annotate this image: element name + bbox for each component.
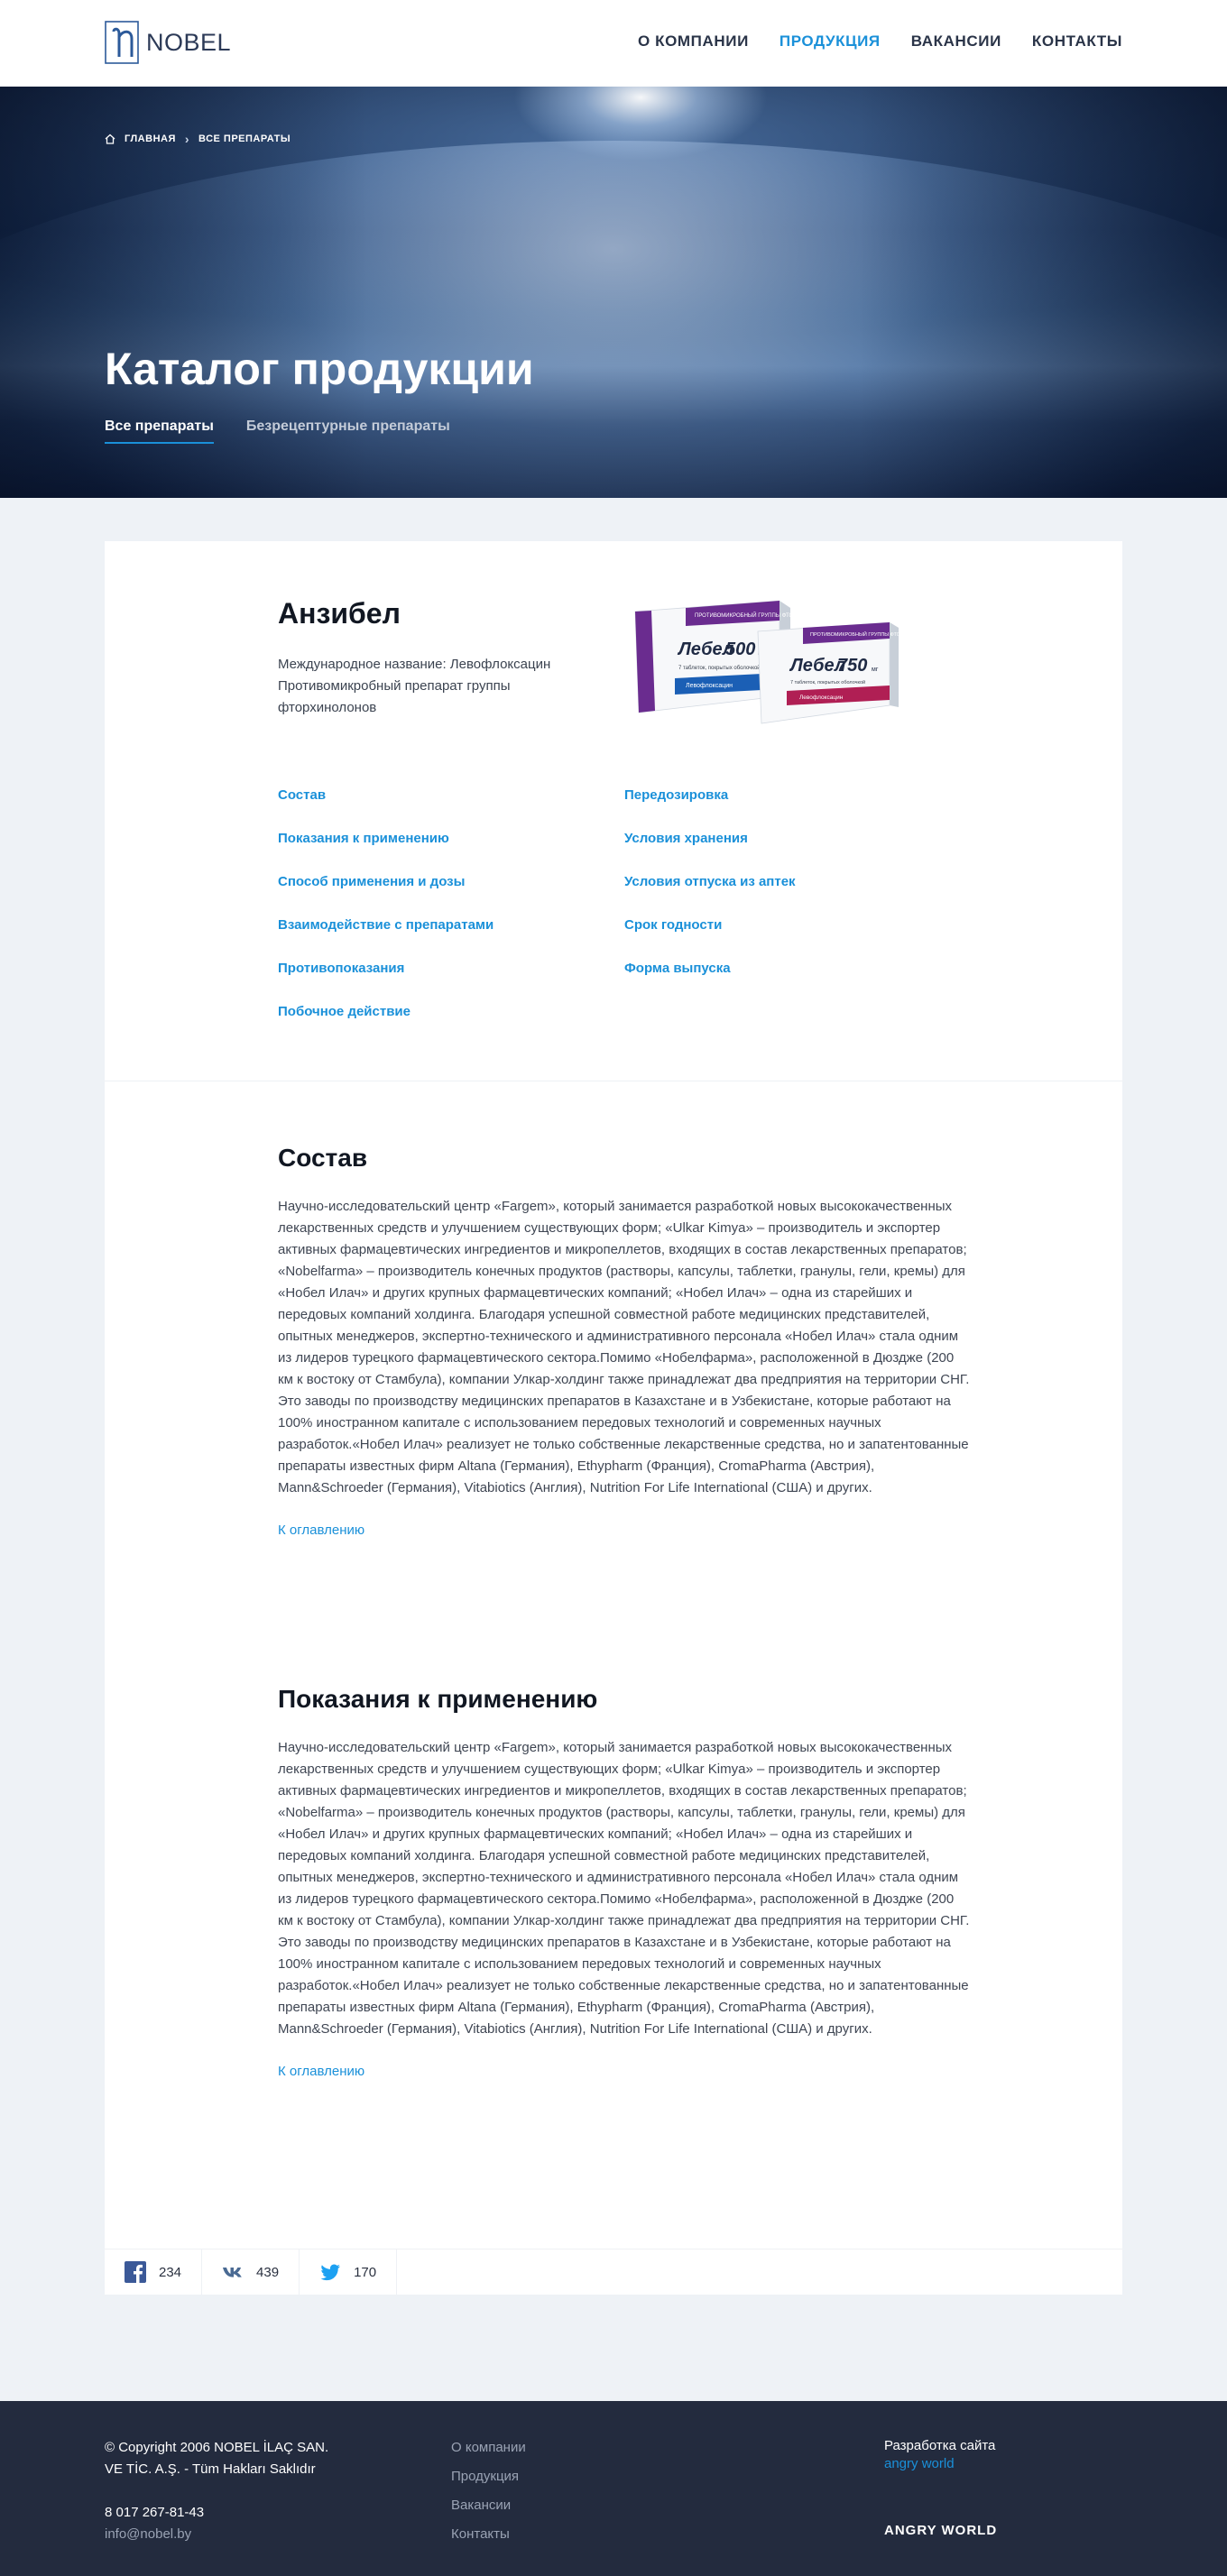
section-title: Показания к применению <box>278 1685 598 1713</box>
catalog-tabs: Все препараты Безрецептурные препараты <box>105 419 450 444</box>
angry-world-logo[interactable]: ANGRY WORLD <box>884 2522 997 2540</box>
pack-2-dose: 750 <box>837 656 867 676</box>
toc-link-indications[interactable]: Показания к применению <box>278 830 624 873</box>
hero-banner: ГЛАВНАЯ › ВСЕ ПРЕПАРАТЫ Каталог продукци… <box>0 87 1227 498</box>
tab-all-drugs[interactable]: Все препараты <box>105 419 214 444</box>
pack-2-unit: мг <box>872 667 879 673</box>
product-card: Анзибел Международное название: Левофлок… <box>105 541 1122 2295</box>
toc-link-overdose[interactable]: Передозировка <box>624 787 895 830</box>
toc-link-shelf-life[interactable]: Срок годности <box>624 916 895 960</box>
toc-link-dispensing[interactable]: Условия отпуска из аптек <box>624 873 895 916</box>
vk-icon <box>223 2268 242 2277</box>
footer-link-contacts[interactable]: Контакты <box>451 2524 526 2553</box>
pack-2-tagline: ПРОТИВОМИКРОБНЫЙ ГРУППЫ ФТОРХИНОЛОНОВ <box>810 630 902 638</box>
share-vk[interactable]: 439 <box>202 2249 300 2295</box>
copyright-line-1: © Copyright 2006 NOBEL İLAÇ SAN. <box>105 2440 329 2455</box>
toc-link-contraindications[interactable]: Противопоказания <box>278 960 624 1003</box>
pack-1-count: 7 таблеток, покрытых оболочкой <box>678 665 761 671</box>
toc-link-storage[interactable]: Условия хранения <box>624 830 895 873</box>
nav-item-vacancies[interactable]: ВАКАНСИИ <box>911 32 1001 51</box>
logo-text: NOBEL <box>146 28 232 56</box>
nobel-logo[interactable]: NOBEL <box>105 21 231 64</box>
section-indications: Показания к применению Научно-исследоват… <box>278 1685 973 2080</box>
copyright-line-2: VE TİC. A.Ş. - Tüm Hakları Saklıdır <box>105 2461 316 2477</box>
breadcrumb: ГЛАВНАЯ › ВСЕ ПРЕПАРАТЫ <box>105 131 291 146</box>
facebook-icon <box>125 2261 146 2283</box>
footer-developer: Разработка сайта angry world ANGRY WORLD <box>884 2437 997 2540</box>
back-to-toc-link[interactable]: К оглавлению <box>278 2064 364 2079</box>
section-composition: Состав Научно-исследовательский центр «F… <box>278 1144 973 1539</box>
page-title: Каталог продукции <box>105 344 534 394</box>
share-facebook[interactable]: 234 <box>105 2249 203 2295</box>
toc-link-side-effects[interactable]: Побочное действие <box>278 1003 624 1046</box>
home-icon[interactable] <box>105 133 115 144</box>
toc-link-release-form[interactable]: Форма выпуска <box>624 960 895 1003</box>
main-nav: О КОМПАНИИ ПРОДУКЦИЯ ВАКАНСИИ КОНТАКТЫ <box>638 32 1122 51</box>
footer-email[interactable]: info@nobel.by <box>105 2524 375 2545</box>
twitter-icon <box>320 2264 341 2281</box>
developer-link[interactable]: angry world <box>884 2456 955 2471</box>
twitter-share-count: 170 <box>354 2264 377 2280</box>
nav-item-products[interactable]: ПРОДУКЦИЯ <box>780 32 881 51</box>
section-text: Научно-исследовательский центр «Fargem»,… <box>278 1740 970 2037</box>
footer-nav: О компании Продукция Вакансии Контакты <box>451 2437 526 2553</box>
product-package-image: ПРОТИВОМИКРОБНЫЙ ГРУППЫ ФТОРХИНОЛОНОВ Ле… <box>634 600 902 724</box>
footer-link-products[interactable]: Продукция <box>451 2466 526 2495</box>
developer-label: Разработка сайта <box>884 2438 996 2453</box>
vk-share-count: 439 <box>256 2264 280 2280</box>
breadcrumb-current[interactable]: ВСЕ ПРЕПАРАТЫ <box>198 133 291 144</box>
facebook-share-count: 234 <box>159 2264 182 2280</box>
product-description: Международное название: Левофлоксацин Пр… <box>278 657 551 715</box>
footer-link-vacancies[interactable]: Вакансии <box>451 2495 526 2524</box>
breadcrumb-home[interactable]: ГЛАВНАЯ <box>125 133 176 144</box>
pack-2-count: 7 таблеток, покрытых оболочкой <box>790 679 865 685</box>
pack-1-dose: 500 <box>725 639 755 659</box>
footer-phone[interactable]: 8 017 267-81-43 <box>105 2502 375 2524</box>
pack-1-band: Левофлоксацин <box>686 683 733 689</box>
tab-otc-drugs[interactable]: Безрецептурные препараты <box>246 419 450 444</box>
toc-link-interactions[interactable]: Взаимодействие с препаратами <box>278 916 624 960</box>
site-header: NOBEL О КОМПАНИИ ПРОДУКЦИЯ ВАКАНСИИ КОНТ… <box>0 0 1227 87</box>
footer-company-info: © Copyright 2006 NOBEL İLAÇ SAN. VE TİC.… <box>105 2437 375 2545</box>
chevron-right-icon: › <box>184 131 190 146</box>
site-footer: © Copyright 2006 NOBEL İLAÇ SAN. VE TİC.… <box>0 2401 1227 2576</box>
nav-item-contacts[interactable]: КОНТАКТЫ <box>1032 32 1122 51</box>
share-twitter[interactable]: 170 <box>300 2249 398 2295</box>
nav-item-about[interactable]: О КОМПАНИИ <box>638 32 749 51</box>
back-to-toc-link[interactable]: К оглавлению <box>278 1523 364 1538</box>
toc-link-composition[interactable]: Состав <box>278 787 624 830</box>
nobel-logo-icon <box>105 21 139 64</box>
pack-1-tagline: ПРОТИВОМИКРОБНЫЙ ГРУППЫ ФТОРХИНОЛОНОВ <box>695 612 832 619</box>
section-title: Состав <box>278 1144 368 1172</box>
footer-link-about[interactable]: О компании <box>451 2437 526 2466</box>
share-bar: 234 439 170 <box>105 2249 1122 2295</box>
pack-2-band: Левофлоксацин <box>799 695 844 701</box>
table-of-contents: Состав Передозировка Показания к примене… <box>278 787 909 1046</box>
toc-link-dosage[interactable]: Способ применения и дозы <box>278 873 624 916</box>
section-text: Научно-исследовательский центр «Fargem»,… <box>278 1199 970 1495</box>
